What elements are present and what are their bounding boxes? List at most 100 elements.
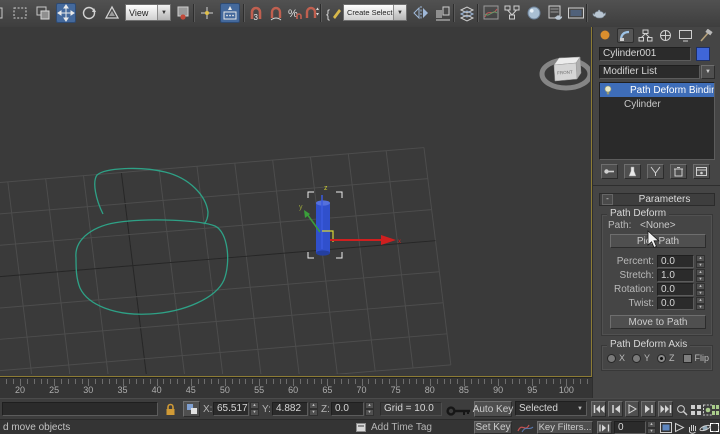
angle-snap-icon[interactable]	[266, 3, 286, 23]
key-filters-button[interactable]: Key Filters...	[537, 421, 593, 434]
pan-view-icon[interactable]	[686, 421, 699, 434]
play-icon[interactable]	[625, 401, 639, 417]
remove-modifier-icon[interactable]	[670, 164, 687, 179]
select-and-manipulate-icon[interactable]	[197, 3, 217, 23]
path-spline[interactable]	[75, 167, 229, 315]
pin-stack-icon[interactable]	[601, 164, 618, 179]
edit-named-selection-sets-icon[interactable]: {	[323, 3, 343, 23]
current-frame-field[interactable]: 0	[614, 421, 646, 434]
collapse-icon[interactable]: -	[602, 194, 613, 205]
reference-coordinate-dropdown[interactable]: View ▼	[125, 4, 171, 21]
twist-field[interactable]: 0.0	[657, 297, 694, 310]
spinner-snap-icon[interactable]	[302, 3, 322, 23]
axis-y-radio[interactable]	[632, 353, 642, 363]
tab-modify[interactable]	[617, 28, 634, 43]
modifier-stack-row[interactable]: Path Deform Binding (WS	[600, 83, 714, 97]
render-setup-icon[interactable]	[546, 3, 566, 23]
maximize-viewport-icon[interactable]	[709, 421, 720, 434]
default-in-out-tangents-icon[interactable]	[517, 421, 534, 434]
time-type-dropdown[interactable]: Selected ▼	[515, 401, 587, 416]
layer-manager-icon[interactable]	[457, 3, 477, 23]
use-pivot-point-center-icon[interactable]	[173, 3, 193, 23]
named-selection-set-dropdown[interactable]: Create Selection Se ▼	[343, 4, 407, 21]
zoom-extents-all-icon[interactable]	[712, 402, 720, 417]
go-to-start-icon[interactable]	[591, 401, 606, 417]
window-crossing-icon[interactable]	[33, 3, 53, 23]
z-coordinate-field[interactable]: 0.0	[331, 402, 364, 416]
mirror-icon[interactable]	[411, 3, 431, 23]
material-editor-icon[interactable]	[524, 3, 544, 23]
set-key-button[interactable]: Set Key	[474, 421, 512, 434]
time-ruler[interactable]: 20 25 30 35 40 45 50 55 60 65 70 75 80 85 90 95 100	[0, 377, 592, 399]
zoom-region-icon[interactable]	[659, 421, 672, 434]
frame-spinner[interactable]: ▲ ▼	[647, 421, 656, 434]
viewcube[interactable]: FRONT	[539, 56, 593, 91]
modifier-list-arrow-icon[interactable]: ▼	[701, 65, 715, 79]
status-field[interactable]	[2, 402, 158, 416]
y-coordinate-field[interactable]: 4.882	[272, 402, 308, 416]
key-mode-toggle-icon[interactable]	[597, 421, 612, 434]
rotation-field[interactable]: 0.0	[657, 283, 694, 296]
percent-snap-icon[interactable]: %	[284, 3, 304, 23]
selection-lock-icon[interactable]	[164, 402, 177, 416]
tab-utilities[interactable]	[697, 28, 714, 43]
tab-hierarchy[interactable]	[637, 28, 654, 43]
zoom-icon[interactable]	[676, 402, 688, 417]
object-color-swatch[interactable]	[696, 47, 710, 61]
snaps-toggle-3d-icon[interactable]: 3	[246, 3, 266, 23]
axis-z-radio[interactable]	[657, 353, 667, 363]
percent-field[interactable]: 0.0	[657, 255, 694, 268]
select-and-move-icon[interactable]	[56, 3, 76, 23]
curve-editor-icon[interactable]	[481, 3, 501, 23]
modifier-list-dropdown[interactable]: Modifier List	[599, 65, 700, 79]
x-coordinate-field[interactable]: 65.517	[213, 402, 249, 416]
stack-tools	[601, 164, 710, 179]
stretch-field[interactable]: 1.0	[657, 269, 694, 282]
modifier-stack-row[interactable]: Cylinder	[600, 97, 714, 111]
next-frame-icon[interactable]	[641, 401, 656, 417]
selection-region-icon[interactable]	[10, 3, 30, 23]
rotation-spinner[interactable]: ▲ ▼	[696, 283, 705, 296]
tab-create[interactable]	[597, 28, 614, 43]
named-selection-set-value: Create Selection Se	[347, 8, 393, 17]
walk-through-icon[interactable]	[673, 421, 686, 434]
zoom-extents-icon[interactable]	[703, 402, 712, 417]
axis-x-radio[interactable]	[607, 353, 616, 363]
tab-display[interactable]	[677, 28, 694, 43]
keyboard-shortcut-override-icon[interactable]	[220, 3, 240, 23]
stretch-spinner[interactable]: ▲ ▼	[696, 269, 705, 282]
flip-checkbox[interactable]	[682, 353, 692, 363]
auto-key-button[interactable]: Auto Key	[473, 401, 513, 417]
select-object-icon[interactable]	[0, 3, 6, 23]
rendered-frame-window-icon[interactable]	[566, 3, 586, 23]
z-spinner[interactable]: ▲ ▼	[365, 402, 374, 416]
zoom-all-icon[interactable]	[690, 402, 702, 417]
object-name-field[interactable]: Cylinder001	[599, 47, 691, 61]
align-icon[interactable]	[433, 3, 453, 23]
add-time-tag-label[interactable]: Add Time Tag	[371, 422, 432, 433]
tab-motion[interactable]	[657, 28, 674, 43]
select-and-scale-icon[interactable]	[102, 3, 122, 23]
parameters-rollout-header[interactable]: - Parameters	[599, 193, 715, 206]
time-tag-icon[interactable]	[356, 423, 367, 433]
schematic-view-icon[interactable]	[502, 3, 522, 23]
lightbulb-icon[interactable]	[600, 84, 616, 96]
make-unique-icon[interactable]	[647, 164, 664, 179]
y-spinner[interactable]: ▲ ▼	[309, 402, 318, 416]
perspective-viewport[interactable]: z y x FRONT	[0, 27, 593, 403]
move-gizmo[interactable]: z y x	[299, 185, 401, 249]
twist-spinner[interactable]: ▲ ▼	[696, 297, 705, 310]
previous-frame-icon[interactable]	[608, 401, 623, 417]
show-end-result-icon[interactable]	[624, 164, 641, 179]
configure-modifier-sets-icon[interactable]	[693, 164, 710, 179]
chevron-down-icon[interactable]: ▼	[393, 5, 406, 20]
render-production-icon[interactable]	[589, 3, 609, 23]
cylinder-object[interactable]	[316, 200, 330, 256]
absolute-mode-toggle-icon[interactable]	[183, 401, 200, 417]
x-spinner[interactable]: ▲ ▼	[250, 402, 259, 416]
go-to-end-icon[interactable]	[658, 401, 673, 417]
chevron-down-icon[interactable]: ▼	[157, 5, 170, 20]
percent-spinner[interactable]: ▲ ▼	[696, 255, 705, 268]
move-to-path-button[interactable]: Move to Path	[610, 315, 706, 329]
select-and-rotate-icon[interactable]	[79, 3, 99, 23]
